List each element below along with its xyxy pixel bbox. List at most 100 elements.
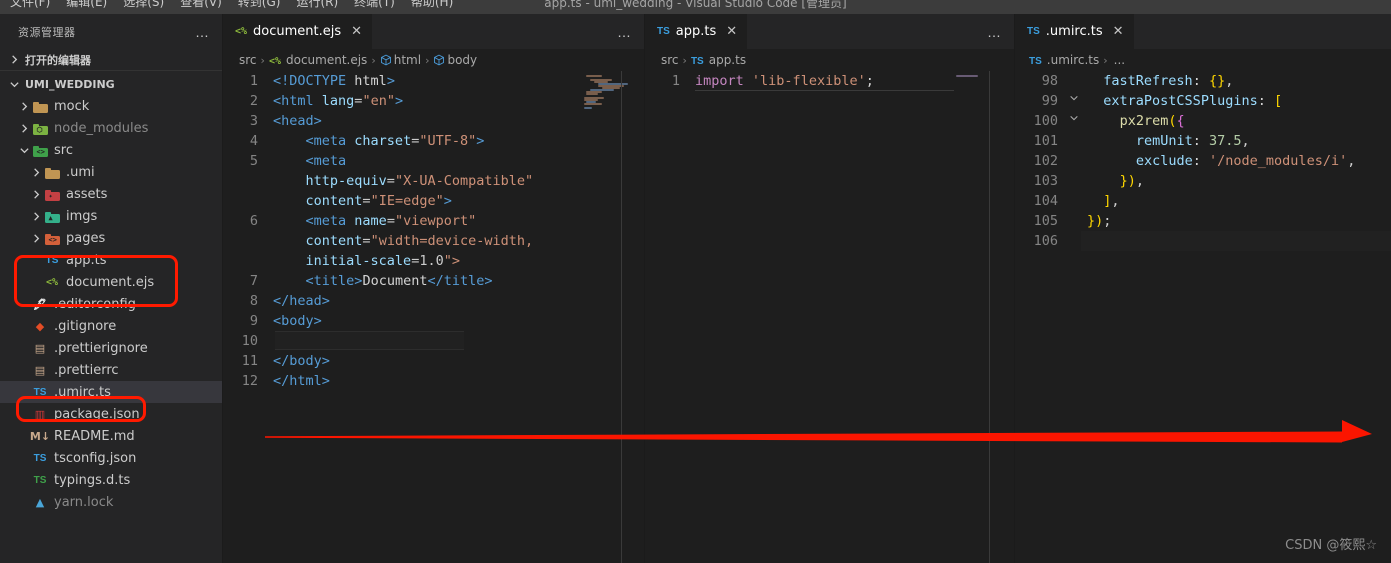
code-line: 11 </body> xyxy=(223,351,644,371)
breadcrumb-separator: › xyxy=(425,53,430,67)
menu-terminal[interactable]: 终端(T) xyxy=(346,0,403,8)
breadcrumb-item[interactable]: TS app.ts xyxy=(691,53,746,67)
section-open-editors[interactable]: 打开的编辑器 xyxy=(0,49,222,71)
line-number: 6 xyxy=(249,213,258,229)
vertical-scrollbar[interactable] xyxy=(1002,71,1014,563)
chevron-right-icon[interactable] xyxy=(16,98,32,114)
current-line-highlight xyxy=(1081,231,1391,251)
fold-chevron-down-icon[interactable] xyxy=(1067,111,1081,131)
breadcrumb-item[interactable]: TS .umirc.ts xyxy=(1029,53,1099,67)
section-project-root[interactable]: UMI_WEDDING xyxy=(0,73,222,95)
breadcrumb-item[interactable]: src xyxy=(659,53,679,67)
file-icon: 🖋 xyxy=(33,297,47,311)
breadcrumb-3: TS .umirc.ts ›... xyxy=(1015,49,1391,71)
tree-item-label: imgs xyxy=(66,208,98,224)
tree-item-document-ejs[interactable]: <% document.ejs xyxy=(0,271,222,293)
code-text: exclude: '/node_modules/i', xyxy=(1135,153,1356,169)
fold-chevron-down-icon[interactable] xyxy=(1067,91,1081,111)
tree-item-tsconfig-json[interactable]: TS tsconfig.json xyxy=(0,447,222,469)
tab-app-ts[interactable]: TS app.ts ✕ xyxy=(645,14,749,49)
close-icon[interactable]: ✕ xyxy=(726,25,737,38)
code-line: 101 remUnit: 37.5, xyxy=(1015,131,1391,151)
line-number: 3 xyxy=(249,113,258,129)
code-area-2[interactable]: 1 import 'lib-flexible'; xyxy=(645,71,1014,563)
code-line: 1 <!DOCTYPE html> xyxy=(223,71,644,91)
chevron-right-icon[interactable] xyxy=(28,208,44,224)
close-icon[interactable]: ✕ xyxy=(1113,25,1124,38)
tree-item-yarn-lock[interactable]: ▲ yarn.lock xyxy=(0,491,222,513)
current-line-underline xyxy=(695,90,954,91)
editor-pane-1: <% document.ejs ✕… src › <% document.ejs › html ›… xyxy=(223,14,645,563)
tree-item-label: pages xyxy=(66,230,106,246)
tree-item-src[interactable]: <> src xyxy=(0,139,222,161)
tab-file-type-icon: TS xyxy=(1027,26,1040,37)
code-text: }), xyxy=(1119,173,1144,189)
tree-item-readme-md[interactable]: M↓ README.md xyxy=(0,425,222,447)
folder-icon: ⬡ xyxy=(32,120,48,136)
line-number: 102 xyxy=(1033,153,1058,169)
menu-edit[interactable]: 编辑(E) xyxy=(58,0,115,8)
line-number: 12 xyxy=(241,373,258,389)
tree-item-editorconfig[interactable]: 🖋 .editorconfig xyxy=(0,293,222,315)
tree-item-imgs[interactable]: ▲ imgs xyxy=(0,205,222,227)
tab--umirc-ts[interactable]: TS .umirc.ts ✕ xyxy=(1015,14,1135,49)
breadcrumb-item[interactable]: html xyxy=(380,53,421,67)
code-text: <meta http-equiv="X-UA-Compatible" conte… xyxy=(305,153,534,209)
tree-item-prettierrc[interactable]: ▤ .prettierrc xyxy=(0,359,222,381)
chevron-right-icon[interactable] xyxy=(16,120,32,136)
tree-item-label: .prettierrc xyxy=(54,362,119,378)
tree-item-typings-d-ts[interactable]: TS typings.d.ts xyxy=(0,469,222,491)
tree-item-assets[interactable]: ✦ assets xyxy=(0,183,222,205)
code-area-1[interactable]: 1 <!DOCTYPE html> 2 <html lang="en"> 3 <head>… xyxy=(223,71,644,563)
line-number: 104 xyxy=(1033,193,1058,209)
editor-actions-more-icon[interactable]: … xyxy=(987,25,1002,39)
tab-document-ejs[interactable]: <% document.ejs ✕ xyxy=(223,14,374,49)
tree-item-umi[interactable]: .umi xyxy=(0,161,222,183)
line-number: 105 xyxy=(1033,213,1058,229)
code-area-3[interactable]: 98 fastRefresh: {}, 99 extraPostCSSPlugin… xyxy=(1015,71,1391,563)
tree-item-package-json[interactable]: ▥ package.json xyxy=(0,403,222,425)
code-line: 7 <title>Document</title> xyxy=(223,271,644,291)
breadcrumb-item[interactable]: src xyxy=(237,53,257,67)
chevron-down-icon xyxy=(6,76,22,92)
code-text: <!DOCTYPE html> xyxy=(273,73,395,89)
tree-item-node-modules[interactable]: ⬡ node_modules xyxy=(0,117,222,139)
current-line-highlight xyxy=(275,331,464,350)
editor-actions-more-icon[interactable]: … xyxy=(617,25,632,39)
tree-item-pages[interactable]: <> pages xyxy=(0,227,222,249)
vertical-scrollbar[interactable] xyxy=(1379,71,1391,563)
tree-item-prettierignore[interactable]: ▤ .prettierignore xyxy=(0,337,222,359)
menu-run[interactable]: 运行(R) xyxy=(288,0,346,8)
breadcrumb-item[interactable]: <% document.ejs xyxy=(269,53,367,67)
menu-select[interactable]: 选择(S) xyxy=(115,0,172,8)
chevron-right-icon[interactable] xyxy=(28,164,44,180)
line-number: 5 xyxy=(249,153,258,169)
tree-item-umirc-ts[interactable]: TS .umirc.ts xyxy=(0,381,222,403)
minimap-2[interactable] xyxy=(950,71,1002,563)
tree-item-app-ts[interactable]: TS app.ts xyxy=(0,249,222,271)
menu-view[interactable]: 查看(V) xyxy=(172,0,230,8)
explorer-more-icon[interactable]: … xyxy=(195,25,210,39)
breadcrumb-item[interactable]: ... xyxy=(1112,53,1125,67)
line-number: 2 xyxy=(249,93,258,109)
tree-item-mock[interactable]: mock xyxy=(0,95,222,117)
chevron-right-icon[interactable] xyxy=(28,186,44,202)
minimap-slider[interactable] xyxy=(989,71,990,563)
tab-strip-2: TS app.ts ✕ … xyxy=(645,14,1014,49)
tree-item-gitignore[interactable]: ◆ .gitignore xyxy=(0,315,222,337)
vscode-window: 文件(F) 编辑(E) 选择(S) 查看(V) 转到(G) 运行(R) 终端(T… xyxy=(0,0,1391,563)
menu-help[interactable]: 帮助(H) xyxy=(403,0,461,8)
vertical-scrollbar[interactable] xyxy=(632,71,644,563)
code-line: 98 fastRefresh: {}, xyxy=(1015,71,1391,91)
chevron-right-icon[interactable] xyxy=(28,230,44,246)
menu-goto[interactable]: 转到(G) xyxy=(230,0,289,8)
line-number: 9 xyxy=(249,313,258,329)
editor-pane-2: TS app.ts ✕… src › TS app.ts 1 import 'lib-flexi… xyxy=(645,14,1015,563)
code-line: 5 <meta http-equiv="X-UA-Compatible" con… xyxy=(223,151,644,211)
chevron-down-icon[interactable] xyxy=(16,142,32,158)
menu-file[interactable]: 文件(F) xyxy=(2,0,58,8)
close-icon[interactable]: ✕ xyxy=(351,25,362,38)
symbol-cube-icon xyxy=(380,54,391,66)
tree-item-label: .umirc.ts xyxy=(54,384,111,400)
breadcrumb-item[interactable]: body xyxy=(433,53,477,67)
